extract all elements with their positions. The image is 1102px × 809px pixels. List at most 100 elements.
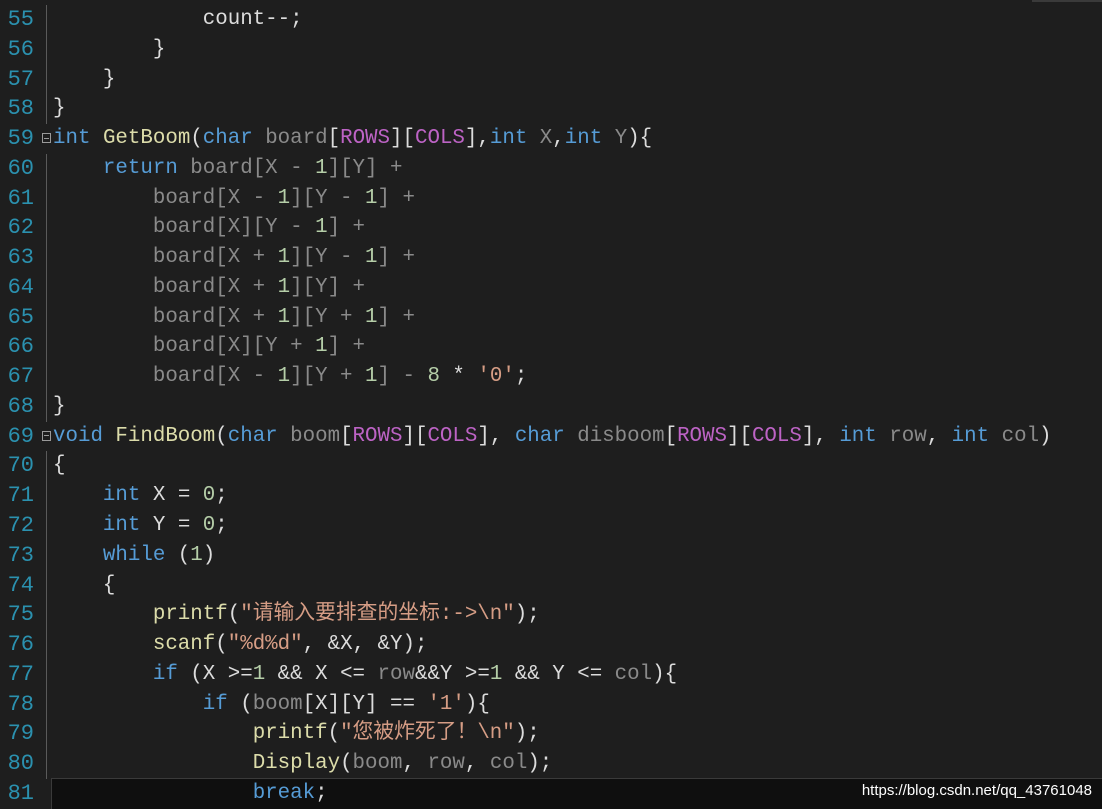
code-line[interactable]: 79 printf("您被炸死了！\n"); — [0, 719, 1102, 750]
code-line[interactable]: 80 Display(boom, row, col); — [0, 749, 1102, 779]
token: ( — [227, 603, 241, 627]
token: ( — [327, 722, 341, 746]
scrollbar-top — [1032, 0, 1102, 2]
token: row — [427, 752, 465, 776]
line-number: 62 — [7, 215, 34, 241]
token: (X >= — [177, 662, 253, 686]
code-line[interactable]: 57 } — [0, 64, 1102, 95]
token: count--; — [53, 8, 303, 31]
code-line[interactable]: 77 if (X >=1 && X <= row&&Y >=1 && Y <= … — [0, 659, 1102, 690]
token: X — [527, 127, 553, 151]
token: int — [102, 484, 141, 508]
token: ] - — [377, 365, 428, 389]
code-line[interactable]: 72 int Y = 0; — [0, 511, 1102, 541]
code-line[interactable]: 69 void FindBoom(char boom[ROWS][COLS], c… — [0, 422, 1102, 452]
code-line[interactable]: 68} — [0, 391, 1102, 422]
token: Y = — [140, 514, 203, 538]
token: boom — [352, 752, 403, 776]
token: board[X + — [53, 246, 278, 270]
code-line[interactable]: 73 while (1) — [0, 540, 1102, 571]
code-line[interactable]: 78 if (boom[X][Y] == '1'){ — [0, 689, 1102, 720]
code-editor[interactable]: 55 count--; 56 } 57 } 58} 59 int GetBoom(char… — [0, 5, 1102, 809]
token: disboom — [564, 424, 665, 448]
code-line[interactable]: 67 board[X - 1][Y + 1] - 8 * '0'; — [0, 362, 1102, 392]
token: int — [489, 127, 528, 151]
token: { — [53, 573, 116, 597]
token: '0' — [477, 365, 515, 389]
code-text: int GetBoom(char board[ROWS][COLS],int X… — [53, 124, 652, 154]
line-number: 56 — [7, 36, 34, 62]
token: boom — [252, 692, 303, 716]
line-number: 57 — [7, 66, 34, 92]
token: ] + — [377, 305, 415, 329]
outline-bar — [46, 34, 47, 65]
token: ][Y + — [290, 365, 366, 389]
code-text: break; — [53, 779, 328, 809]
token: board — [252, 127, 328, 151]
token: ROWS — [340, 127, 391, 151]
code-line[interactable]: 64 board[X + 1][Y] + — [0, 272, 1102, 303]
token: if — [152, 662, 178, 686]
outline-bar — [46, 362, 47, 392]
code-line[interactable]: 58} — [0, 94, 1102, 125]
outline-bar — [46, 332, 47, 363]
token: ] + — [327, 335, 366, 359]
token: 1 — [315, 216, 328, 240]
line-number: 68 — [7, 393, 34, 419]
code-line[interactable]: 60 return board[X - 1][Y] + — [0, 153, 1102, 184]
token: } — [53, 67, 116, 91]
line-number: 74 — [7, 572, 34, 598]
token: ( — [165, 543, 191, 567]
token: 1 — [277, 365, 291, 389]
code-text: while (1) — [53, 541, 215, 571]
token: 1 — [277, 246, 291, 270]
token: X = — [140, 484, 203, 508]
token: int — [839, 424, 877, 448]
code-line[interactable]: 71 int X = 0; — [0, 481, 1102, 512]
code-line[interactable]: 76 scanf("%d%d", &X, &Y); — [0, 630, 1102, 660]
line-number: 71 — [7, 483, 34, 509]
code-line[interactable]: 61 board[X - 1][Y - 1] + — [0, 183, 1102, 214]
code-line[interactable]: 56 } — [0, 34, 1102, 65]
token: 1 — [315, 156, 328, 180]
token: ); — [514, 603, 540, 627]
token: , &X, &Y); — [302, 633, 428, 657]
token: ) — [1039, 424, 1052, 448]
token: &&Y >= — [414, 662, 490, 686]
code-line[interactable]: 75 printf("请输入要排查的坐标:->\n"); — [0, 600, 1102, 631]
line-number: 63 — [7, 245, 34, 271]
line-number: 69 — [7, 423, 34, 449]
code-line[interactable]: 65 board[X + 1][Y + 1] + — [0, 302, 1102, 333]
outline-bar — [46, 183, 47, 214]
code-line[interactable]: 63 board[X + 1][Y - 1] + — [0, 243, 1102, 273]
code-line[interactable]: 59 int GetBoom(char board[ROWS][COLS],int… — [0, 124, 1102, 154]
token: ( — [190, 127, 203, 151]
code-line[interactable]: 66 board[X][Y + 1] + — [0, 332, 1102, 363]
code-line[interactable]: 62 board[X][Y - 1] + — [0, 213, 1102, 244]
code-line[interactable]: 74 { — [0, 570, 1102, 601]
token: 8 — [427, 365, 440, 389]
collapse-icon[interactable] — [42, 430, 51, 441]
outline-bar — [46, 689, 47, 720]
code-line[interactable]: 70 { — [0, 451, 1102, 482]
token: 1 — [365, 365, 378, 389]
token: } — [53, 394, 66, 418]
code-text: printf("请输入要排查的坐标:->\n"); — [53, 600, 540, 630]
token: return — [102, 156, 178, 180]
token: , — [552, 127, 565, 151]
collapse-icon[interactable] — [42, 133, 51, 144]
token: 1 — [365, 305, 378, 329]
token: ); — [527, 752, 553, 776]
code-line[interactable]: 55 count--; — [0, 5, 1102, 35]
token: COLS — [751, 424, 802, 448]
token: 0 — [202, 514, 216, 538]
code-text: board[X + 1][Y] + — [53, 273, 365, 303]
token: break — [252, 781, 316, 805]
outline-bar — [46, 272, 47, 303]
line-number: 64 — [7, 274, 34, 300]
